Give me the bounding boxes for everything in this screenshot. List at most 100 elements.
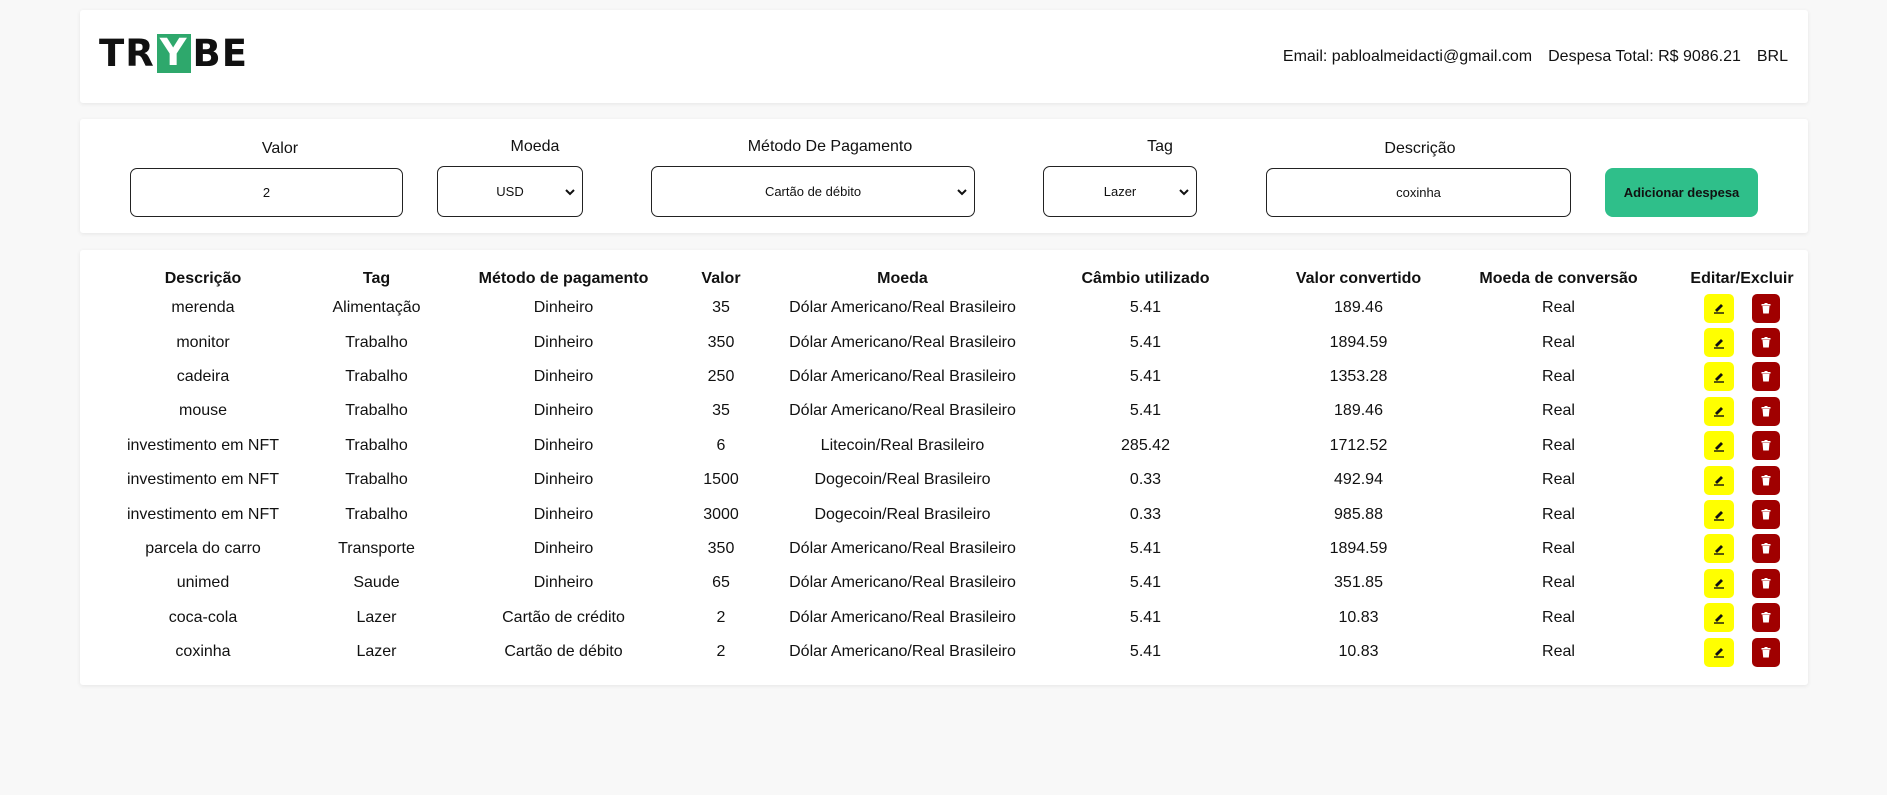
table-row: merenda Alimentação Dinheiro 35 Dólar Americ… (123, 291, 1813, 325)
column-header: Moeda de conversão (1479, 270, 1638, 287)
cell-moeda: Dólar Americano/Real Brasileiro (789, 367, 1016, 385)
trash-icon (1761, 509, 1771, 520)
cell-metodo: Dinheiro (533, 505, 594, 523)
pencil-icon (1714, 544, 1724, 555)
table-row: investimento em NFT Trabalho Dinheiro 6 Lite… (123, 429, 1813, 463)
cell-valor: 35 (712, 299, 730, 317)
table-header-row: Descrição Tag Método de pagamento Valor Moed… (123, 267, 1813, 291)
cell-descricao: parcela do carro (145, 539, 261, 557)
moeda-select[interactable]: USD (437, 166, 583, 217)
total-value: 9086.21 (1683, 48, 1741, 65)
column-header: Descrição (164, 270, 242, 287)
tag-select[interactable]: Lazer (1043, 166, 1197, 217)
moeda-label: Moeda (510, 138, 560, 155)
tag-label: Tag (1147, 138, 1173, 155)
table-row: investimento em NFT Trabalho Dinheiro 1500 D… (123, 463, 1813, 497)
cell-moeda-conversao: Real (1542, 574, 1575, 592)
cell-cambio: 0.33 (1129, 471, 1162, 489)
cell-descricao: coca-cola (168, 608, 238, 626)
chevron-down-icon (956, 183, 968, 201)
total-label: Despesa Total: R$ (1548, 48, 1679, 65)
cell-descricao: unimed (176, 574, 230, 592)
cell-metodo: Cartão de débito (504, 643, 623, 661)
cell-tag: Trabalho (345, 333, 408, 351)
trash-icon (1761, 337, 1771, 348)
cell-tag: Trabalho (345, 436, 408, 454)
cell-tag: Alimentação (332, 299, 421, 317)
edit-button[interactable] (1704, 362, 1734, 392)
cell-cambio: 5.41 (1129, 539, 1162, 557)
cell-valor: 2 (716, 608, 726, 626)
cell-valor-convertido: 1712.52 (1329, 436, 1388, 454)
edit-button[interactable] (1704, 568, 1734, 598)
trash-icon (1761, 474, 1771, 486)
edit-button[interactable] (1704, 465, 1734, 495)
row-actions (1671, 603, 1813, 633)
delete-button[interactable] (1752, 431, 1780, 461)
cell-tag: Lazer (356, 643, 397, 661)
edit-button[interactable] (1704, 431, 1734, 461)
trash-icon (1761, 646, 1771, 658)
edit-button[interactable] (1704, 500, 1734, 530)
metodo-select[interactable]: Cartão de débito (651, 166, 975, 217)
delete-button[interactable] (1752, 568, 1780, 598)
delete-button[interactable] (1752, 465, 1780, 495)
cell-moeda: Dólar Americano/Real Brasileiro (789, 402, 1016, 420)
cell-valor: 3000 (703, 505, 739, 523)
delete-button[interactable] (1752, 362, 1780, 392)
pencil-icon (1714, 441, 1724, 452)
row-actions (1671, 637, 1813, 667)
cell-metodo: Dinheiro (533, 436, 594, 454)
cell-moeda-conversao: Real (1542, 367, 1575, 385)
edit-button[interactable] (1704, 328, 1734, 358)
delete-button[interactable] (1752, 396, 1780, 426)
cell-valor-convertido: 985.88 (1334, 505, 1383, 523)
edit-button[interactable] (1704, 603, 1734, 633)
pencil-icon (1714, 304, 1724, 314)
pencil-icon (1714, 613, 1724, 624)
cell-descricao: investimento em NFT (126, 471, 280, 489)
cell-actions (1671, 635, 1813, 669)
cell-descricao: coxinha (175, 643, 231, 661)
cell-tag: Trabalho (345, 402, 408, 420)
cell-moeda-conversao: Real (1542, 402, 1575, 420)
column-header: Tag (362, 270, 391, 287)
cell-moeda: Dólar Americano/Real Brasileiro (789, 333, 1016, 351)
cell-actions (1671, 532, 1813, 566)
cell-moeda-conversao: Real (1542, 333, 1575, 351)
edit-button[interactable] (1704, 396, 1734, 426)
edit-button[interactable] (1704, 637, 1734, 667)
tag-selected: Lazer (1103, 184, 1137, 199)
add-expense-button[interactable]: Adicionar despesa (1605, 168, 1758, 217)
edit-button[interactable] (1704, 534, 1734, 564)
pencil-icon (1714, 372, 1724, 383)
trash-icon (1761, 612, 1771, 623)
cell-cambio: 5.41 (1129, 643, 1162, 661)
pencil-icon (1714, 338, 1724, 349)
cell-cambio: 5.41 (1129, 402, 1162, 420)
cell-actions (1671, 291, 1813, 325)
delete-button[interactable] (1752, 534, 1780, 564)
delete-button[interactable] (1752, 603, 1780, 633)
column-header: Valor (701, 270, 741, 287)
cell-actions (1671, 463, 1813, 497)
cell-actions (1671, 601, 1813, 635)
cell-descricao: mouse (178, 402, 228, 420)
delete-button[interactable] (1752, 500, 1780, 530)
delete-button[interactable] (1752, 637, 1780, 667)
edit-button[interactable] (1704, 293, 1734, 323)
cell-moeda: Litecoin/Real Brasileiro (820, 436, 985, 454)
cell-valor-convertido: 189.46 (1334, 402, 1383, 420)
valor-input[interactable]: 2 (130, 168, 403, 217)
pencil-icon (1714, 476, 1724, 486)
descricao-input[interactable]: coxinha (1266, 168, 1571, 217)
row-actions (1671, 500, 1813, 530)
cell-descricao: investimento em NFT (126, 436, 280, 454)
delete-button[interactable] (1752, 328, 1780, 358)
cell-metodo: Dinheiro (533, 402, 594, 420)
delete-button[interactable] (1752, 293, 1780, 323)
table-row: coca-cola Lazer Cartão de crédito 2 Dólar Am… (123, 601, 1813, 635)
cell-cambio: 285.42 (1121, 436, 1170, 454)
valor-label: Valor (261, 140, 299, 157)
cell-actions (1671, 360, 1813, 394)
